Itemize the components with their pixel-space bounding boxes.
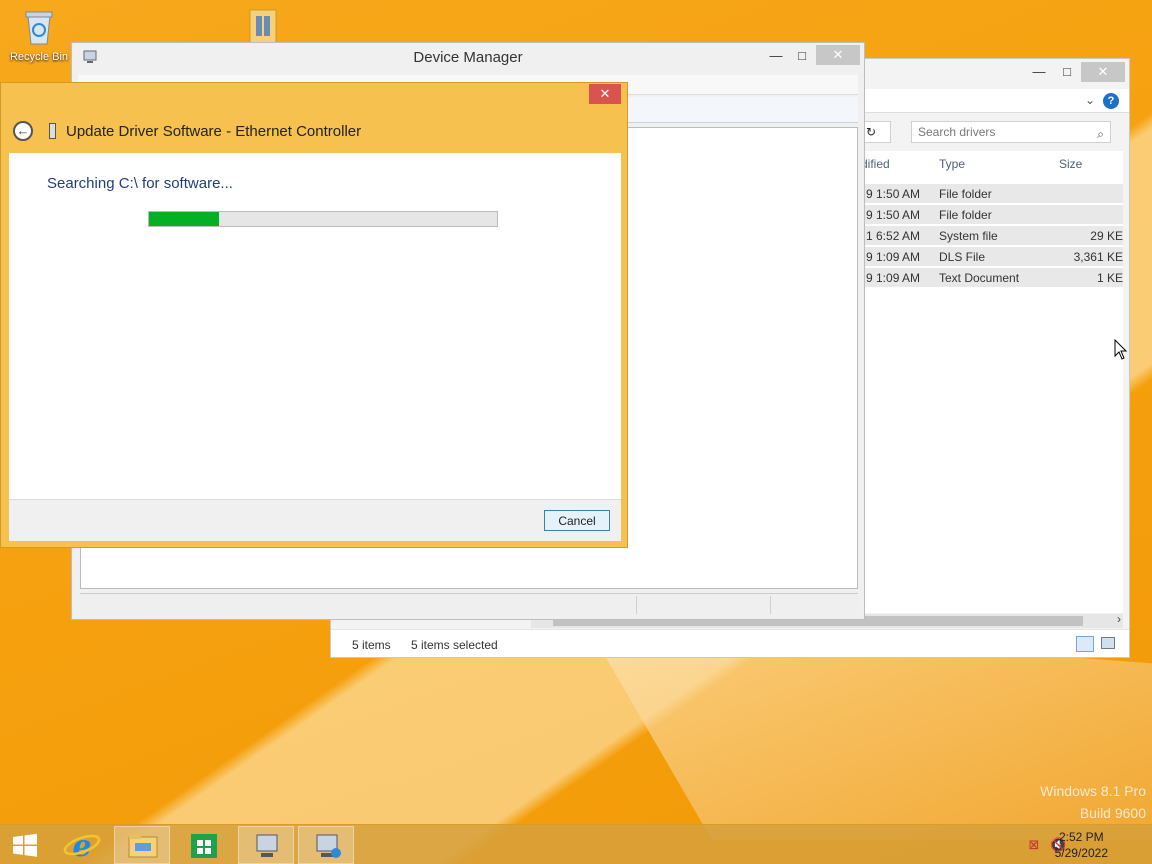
row-size: 1 KE — [1096, 271, 1123, 285]
taskbar-internet-explorer[interactable]: e — [54, 826, 110, 864]
row-modified: 9 1:09 AM — [866, 250, 921, 264]
row-modified: 1 6:52 AM — [866, 229, 921, 243]
item-count: 5 items — [352, 638, 391, 652]
clock-date: 5/29/2022 — [1054, 846, 1108, 860]
file-explorer-icon — [128, 834, 158, 858]
details-view-icon[interactable] — [1076, 636, 1094, 652]
row-modified: 9 1:50 AM — [866, 187, 921, 201]
dialog-footer: Cancel — [9, 499, 621, 541]
row-type: File folder — [939, 187, 992, 201]
device-manager-title: Device Manager — [413, 49, 523, 66]
device-manager-icon — [256, 834, 278, 857]
column-header-modified[interactable]: dified — [861, 157, 890, 171]
dialog-title: Update Driver Software - Ethernet Contro… — [66, 123, 362, 140]
help-icon[interactable]: ? — [1103, 93, 1119, 109]
internet-explorer-icon: e — [63, 829, 101, 864]
row-type: System file — [939, 229, 998, 243]
refresh-icon: ↻ — [865, 125, 877, 139]
network-error-icon[interactable]: ⊠ — [1026, 837, 1042, 853]
svg-text:e: e — [72, 829, 91, 864]
large-icons-view-icon[interactable] — [1101, 637, 1115, 649]
taskbar-device-manager[interactable] — [238, 826, 294, 864]
update-driver-dialog: ✕ ← Update Driver Software - Ethernet Co… — [0, 82, 628, 548]
update-driver-icon — [316, 834, 341, 858]
search-progress-bar — [148, 211, 498, 227]
table-row[interactable]: 9 1:50 AM File folder — [861, 184, 1123, 204]
recycle-bin-desktop-icon[interactable]: Recycle Bin — [4, 6, 74, 63]
table-row[interactable]: 9 1:50 AM File folder — [861, 205, 1123, 225]
taskbar-update-driver[interactable] — [298, 826, 354, 864]
start-button[interactable] — [0, 826, 50, 864]
search-drivers-input[interactable]: Search drivers ⌕ — [911, 121, 1111, 143]
search-status-text: Searching C:\ for software... — [47, 175, 233, 192]
back-arrow-icon[interactable]: ← — [13, 121, 33, 141]
dialog-close-button[interactable]: ✕ — [589, 84, 621, 104]
ethernet-device-icon — [49, 123, 56, 139]
taskbar: e ⊠ 🔇 2:52 PM 5/29/2022 — [0, 824, 1152, 864]
folder-icon — [249, 9, 277, 45]
windows-logo-icon — [13, 833, 37, 857]
search-icon: ⌕ — [1097, 127, 1104, 141]
devmgr-minimize-button[interactable]: — — [762, 46, 790, 66]
clock-time: 2:52 PM — [1058, 830, 1104, 844]
watermark-edition: Windows 8.1 Pro — [1040, 783, 1146, 799]
mouse-cursor-icon — [1114, 339, 1128, 360]
ribbon-expand-chevron-icon[interactable]: ⌄ — [1085, 93, 1095, 107]
taskbar-file-explorer[interactable] — [114, 826, 170, 864]
taskbar-store[interactable] — [176, 826, 232, 864]
explorer-status-bar: 5 items 5 items selected — [331, 629, 1129, 657]
dialog-body: Searching C:\ for software... — [9, 153, 621, 499]
status-separator — [770, 596, 771, 614]
row-type: DLS File — [939, 250, 986, 264]
table-row[interactable]: 1 6:52 AM System file 29 KE — [861, 226, 1123, 246]
row-size: 29 KE — [1090, 229, 1123, 243]
devmgr-close-button[interactable]: ✕ — [816, 45, 860, 65]
status-separator — [636, 596, 637, 614]
watermark-build: Build 9600 — [1079, 805, 1146, 821]
search-placeholder: Search drivers — [918, 125, 996, 139]
windows-watermark: Windows 8.1 Pro Build 9600 — [1040, 780, 1146, 824]
row-modified: 9 1:09 AM — [866, 271, 921, 285]
explorer-close-button[interactable]: ✕ — [1081, 62, 1125, 82]
explorer-maximize-button[interactable]: □ — [1053, 62, 1081, 82]
cancel-button[interactable]: Cancel — [544, 510, 610, 531]
column-header-type[interactable]: Type — [939, 157, 965, 171]
recycle-bin-icon — [25, 11, 53, 45]
row-modified: 9 1:50 AM — [866, 208, 921, 222]
table-row[interactable]: 9 1:09 AM DLS File 3,361 KE — [861, 247, 1123, 267]
scroll-right-arrow-icon[interactable]: › — [1117, 612, 1121, 626]
devmgr-maximize-button[interactable]: □ — [788, 46, 816, 66]
explorer-minimize-button[interactable]: — — [1025, 62, 1053, 82]
column-header-size[interactable]: Size — [1059, 157, 1082, 171]
devmgr-status-bar — [80, 593, 858, 615]
recycle-bin-label: Recycle Bin — [9, 51, 69, 63]
selected-count: 5 items selected — [411, 638, 498, 652]
taskbar-clock[interactable]: 2:52 PM 5/29/2022 — [1055, 829, 1108, 861]
row-size: 3,361 KE — [1073, 250, 1123, 264]
store-icon — [191, 834, 217, 858]
row-type: File folder — [939, 208, 992, 222]
table-row[interactable]: 9 1:09 AM Text Document 1 KE — [861, 268, 1123, 288]
row-type: Text Document — [939, 271, 1020, 285]
progress-fill — [149, 212, 219, 226]
